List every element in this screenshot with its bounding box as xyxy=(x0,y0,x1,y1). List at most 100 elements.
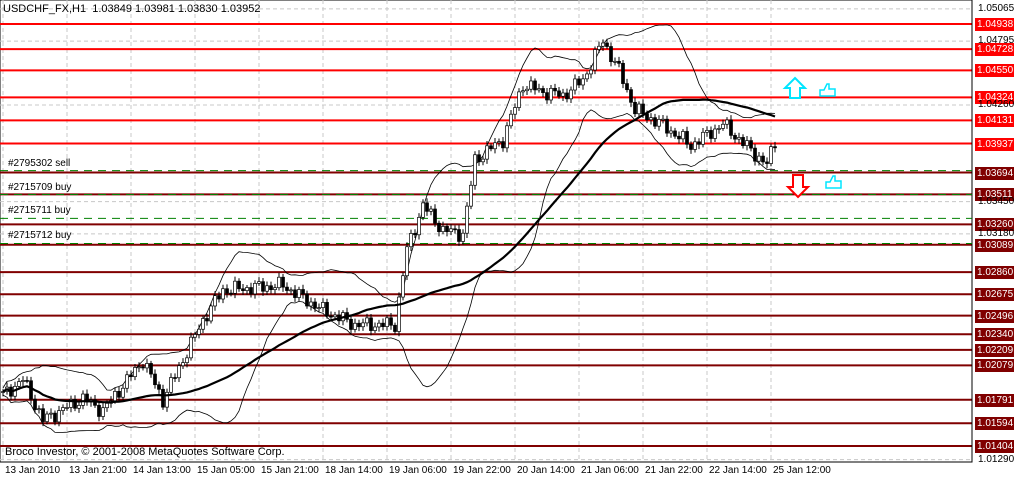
x-tick-label: 15 Jan 05:00 xyxy=(197,465,255,476)
candle xyxy=(445,226,449,233)
x-tick-label: 19 Jan 22:00 xyxy=(453,465,511,476)
candle xyxy=(433,208,437,224)
candle xyxy=(561,92,565,97)
candle xyxy=(277,276,281,289)
x-tick-label: 22 Jan 14:00 xyxy=(709,465,767,476)
candle xyxy=(237,280,241,290)
order-label[interactable]: #2795302 sell xyxy=(8,158,70,169)
candle xyxy=(261,281,265,292)
candle xyxy=(585,73,589,80)
candle xyxy=(441,226,445,233)
candle xyxy=(333,314,337,318)
candle xyxy=(209,305,213,322)
candle xyxy=(669,130,673,134)
candle xyxy=(29,380,33,400)
candle xyxy=(253,283,257,295)
candle xyxy=(205,318,209,322)
y-tick-label: 1.05065 xyxy=(978,2,1014,14)
candle xyxy=(753,147,757,162)
resistance-line-price-label: 1.04131 xyxy=(975,114,1014,128)
candle xyxy=(281,276,285,288)
copyright-text: Broco Investor, © 2001-2008 MetaQuotes S… xyxy=(5,446,285,458)
y-tick-label: 1.01290 xyxy=(978,453,1014,465)
candle xyxy=(33,398,37,410)
candle xyxy=(193,334,197,338)
candle xyxy=(17,381,21,387)
candle xyxy=(425,202,429,212)
candle xyxy=(477,154,481,163)
candle xyxy=(181,362,185,367)
candle xyxy=(453,228,457,231)
candle xyxy=(105,402,109,409)
support-line-price-label: 1.02496 xyxy=(975,309,1014,323)
candle xyxy=(81,393,85,406)
plot-area xyxy=(0,0,973,463)
candle xyxy=(485,145,489,160)
candle xyxy=(505,125,509,149)
chart-window[interactable]: USDCHF_FX,H1 1.03849 1.03981 1.03830 1.0… xyxy=(0,0,1014,479)
candle xyxy=(641,103,645,115)
candle xyxy=(321,302,325,308)
resistance-line-price-label: 1.04550 xyxy=(975,64,1014,78)
candle xyxy=(197,328,201,335)
chart-title: USDCHF_FX,H1 1.03849 1.03981 1.03830 1.0… xyxy=(3,3,261,15)
candle xyxy=(401,275,405,298)
candle xyxy=(329,315,333,318)
candle xyxy=(437,222,441,233)
candle xyxy=(589,69,593,75)
support-line-price-label: 1.02675 xyxy=(975,288,1014,302)
candle xyxy=(49,412,53,415)
candle xyxy=(473,154,477,186)
candle xyxy=(697,141,701,145)
candle xyxy=(249,287,253,295)
candle xyxy=(273,287,277,291)
candle xyxy=(405,246,409,277)
resistance-line-price-label: 1.03937 xyxy=(975,137,1014,151)
candle xyxy=(293,289,297,298)
candle xyxy=(733,135,737,140)
candle xyxy=(765,161,769,164)
candle xyxy=(309,301,313,307)
candle xyxy=(557,90,561,97)
candle xyxy=(97,404,101,417)
y-tick-label: 1.04260 xyxy=(978,98,1014,110)
candle xyxy=(581,78,585,86)
order-label[interactable]: #2715709 buy xyxy=(8,182,71,193)
candle xyxy=(661,118,665,121)
y-tick-label: 1.03180 xyxy=(978,227,1014,239)
candle xyxy=(565,92,569,100)
price-chart[interactable] xyxy=(0,0,1014,479)
candle xyxy=(625,83,629,91)
order-label[interactable]: #2715712 buy xyxy=(8,230,71,241)
candle xyxy=(129,374,133,378)
candle xyxy=(317,307,321,309)
candle xyxy=(225,288,229,294)
candle xyxy=(709,130,713,139)
candle xyxy=(385,317,389,327)
candle xyxy=(489,145,493,150)
candle xyxy=(521,90,525,93)
candle xyxy=(461,232,465,242)
support-line-price-label: 1.02209 xyxy=(975,343,1014,357)
support-line-price-label: 1.03089 xyxy=(975,238,1014,252)
candle xyxy=(125,374,129,389)
candle xyxy=(113,390,117,402)
candle xyxy=(285,286,289,291)
candle xyxy=(393,324,397,332)
candle xyxy=(369,317,373,331)
candle xyxy=(601,42,605,47)
candle xyxy=(413,233,417,236)
candle xyxy=(457,229,461,242)
candle xyxy=(673,130,677,137)
candle xyxy=(649,117,653,121)
candle xyxy=(569,89,573,100)
candle xyxy=(465,205,469,234)
candle xyxy=(269,285,273,291)
candle xyxy=(701,131,705,145)
candle xyxy=(449,228,453,233)
order-label[interactable]: #2715711 buy xyxy=(8,205,71,216)
support-line-price-label: 1.03694 xyxy=(975,166,1014,180)
candle xyxy=(597,45,601,50)
candle xyxy=(153,373,157,386)
x-tick-label: 18 Jan 14:00 xyxy=(325,465,383,476)
